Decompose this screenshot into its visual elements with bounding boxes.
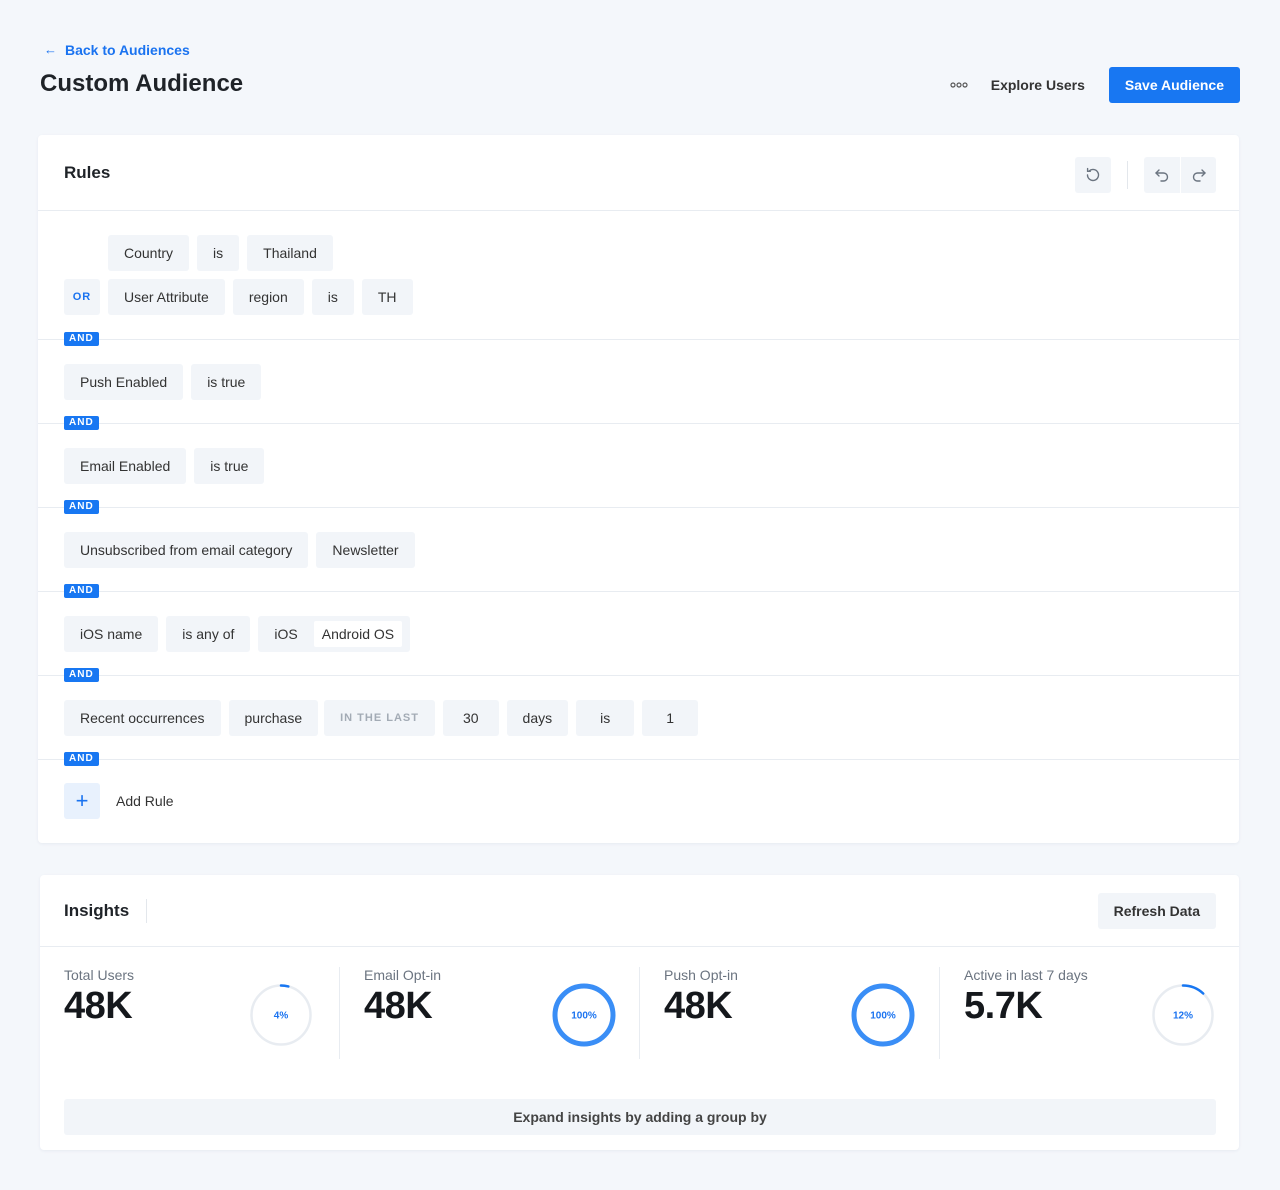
rule-row-email: Email Enabled is true (64, 448, 265, 484)
value-tag: iOS (274, 626, 298, 642)
title-divider (146, 898, 148, 923)
rule-row-push: Push Enabled is true (64, 364, 262, 400)
rule-group-recent: Recent occurrences purchase IN THE LAST … (38, 676, 1239, 766)
metric-value: 48K (364, 985, 433, 1027)
rule-row-region: OR User Attribute region is TH (64, 279, 413, 315)
back-to-audiences-link[interactable]: ← Back to Audiences (44, 42, 190, 58)
metric-active-7-days: Active in last 7 days 5.7K 12% (940, 967, 1239, 1059)
insights-title: Insights (64, 900, 130, 920)
metric-total-users: Total Users 48K 4% (40, 967, 340, 1059)
metric-value: 48K (64, 985, 133, 1027)
or-toggle[interactable]: OR (64, 279, 100, 315)
reset-button[interactable] (1075, 157, 1111, 193)
insights-metrics: Total Users 48K 4% Email Opt-in 48K 100%… (40, 947, 1239, 1079)
rule-chip-operator[interactable]: is any of (166, 616, 251, 652)
metric-value: 5.7K (964, 985, 1043, 1027)
rule-chip-operator[interactable]: is (311, 279, 354, 315)
progress-ring: 100% (552, 983, 616, 1047)
and-connector: AND (64, 752, 99, 766)
progress-ring: 12% (1152, 984, 1214, 1046)
rule-group-location: Country is Thailand OR User Attribute re… (38, 211, 1239, 346)
rule-chip-value[interactable]: TH (361, 279, 413, 315)
header-actions: Explore Users Save Audience (941, 67, 1240, 103)
rule-group-ios: iOS name is any of iOS Android OS AND (38, 592, 1239, 682)
ring-percent-label: 12% (1173, 1011, 1193, 1022)
rule-chip-event[interactable]: purchase (228, 700, 319, 736)
save-audience-button[interactable]: Save Audience (1108, 67, 1240, 103)
toolbar-divider (1127, 161, 1128, 189)
rules-toolbar (1075, 157, 1216, 193)
rule-chip-attribute[interactable]: User Attribute (108, 279, 225, 315)
rule-chip-value[interactable]: Thailand (247, 235, 333, 271)
progress-ring: 4% (250, 984, 312, 1046)
redo-button[interactable] (1180, 157, 1216, 193)
metric-value: 48K (664, 985, 733, 1027)
more-options-button[interactable] (941, 67, 977, 103)
arrow-left-icon: ← (44, 42, 57, 57)
rule-chip-unit[interactable]: days (506, 700, 569, 736)
add-rule-label: Add Rule (116, 793, 174, 809)
rule-chip-multi-value[interactable]: iOS Android OS (258, 616, 411, 652)
metric-push-optin: Push Opt-in 48K 100% (640, 967, 940, 1059)
page-title: Custom Audience (40, 70, 244, 97)
rule-window-label: IN THE LAST (324, 700, 435, 736)
metric-label: Active in last 7 days (964, 967, 1088, 983)
rule-chip-attribute[interactable]: iOS name (64, 616, 159, 652)
rule-chip-attribute[interactable]: Unsubscribed from email category (64, 532, 309, 568)
reset-icon (1086, 167, 1100, 182)
rule-chip-attribute[interactable]: Push Enabled (64, 364, 184, 400)
rule-group-email: Email Enabled is true AND (38, 424, 1239, 514)
insights-header: Insights Refresh Data (40, 875, 1239, 947)
rule-chip-operator[interactable]: is (576, 700, 635, 736)
rules-header: Rules (38, 135, 1239, 211)
rule-chip-attribute[interactable]: Recent occurrences (64, 700, 221, 736)
plus-icon: + (64, 783, 100, 819)
progress-ring: 100% (851, 983, 915, 1047)
rules-card: Rules Country is Thailand OR User Attrib… (38, 135, 1239, 843)
ring-percent-label: 4% (274, 1011, 289, 1022)
rule-group-unsubscribed: Unsubscribed from email category Newslet… (38, 508, 1239, 598)
explore-users-button[interactable]: Explore Users (991, 77, 1085, 93)
undo-button[interactable] (1144, 157, 1180, 193)
rule-chip-value[interactable]: 1 (642, 700, 699, 736)
back-link-label: Back to Audiences (65, 42, 190, 58)
rule-chip-attribute[interactable]: Email Enabled (64, 448, 187, 484)
undo-icon (1155, 169, 1169, 182)
metric-label: Push Opt-in (664, 967, 738, 983)
more-horizontal-icon (950, 82, 968, 88)
expand-insights-button[interactable]: Expand insights by adding a group by (64, 1099, 1216, 1135)
ring-percent-label: 100% (870, 1011, 896, 1022)
rule-row-ios: iOS name is any of iOS Android OS (64, 616, 411, 652)
rule-chip-count[interactable]: 30 (442, 700, 499, 736)
rule-group-push: Push Enabled is true AND (38, 340, 1239, 430)
rule-chip-attribute[interactable]: Country (108, 235, 190, 271)
rule-chip-value[interactable]: Newsletter (316, 532, 415, 568)
add-rule-button[interactable]: + Add Rule (64, 783, 174, 819)
value-tag: Android OS (313, 621, 403, 647)
metric-email-optin: Email Opt-in 48K 100% (340, 967, 640, 1059)
redo-icon (1192, 169, 1206, 182)
ring-percent-label: 100% (571, 1011, 597, 1022)
metric-label: Email Opt-in (364, 967, 442, 983)
rule-chip-operator[interactable]: is true (191, 364, 262, 400)
rule-row-country: Country is Thailand (108, 235, 333, 271)
rule-row-recent: Recent occurrences purchase IN THE LAST … (64, 700, 699, 736)
rule-row-unsubscribed: Unsubscribed from email category Newslet… (64, 532, 415, 568)
insights-card: Insights Refresh Data Total Users 48K 4%… (40, 875, 1239, 1150)
rule-chip-operator[interactable]: is true (194, 448, 265, 484)
rules-title: Rules (64, 162, 111, 182)
rule-chip-field[interactable]: region (232, 279, 304, 315)
rule-chip-operator[interactable]: is (197, 235, 240, 271)
metric-label: Total Users (64, 967, 135, 983)
refresh-data-button[interactable]: Refresh Data (1097, 893, 1216, 929)
history-buttons (1144, 157, 1216, 193)
